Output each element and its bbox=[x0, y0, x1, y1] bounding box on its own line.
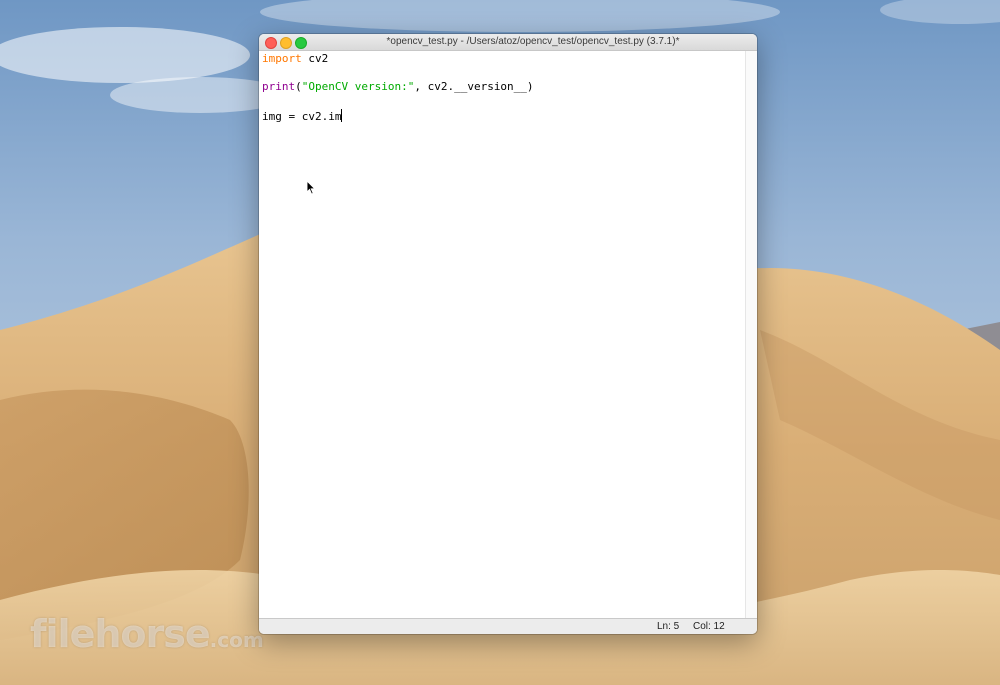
window-titlebar[interactable]: *opencv_test.py - /Users/atoz/opencv_tes… bbox=[259, 34, 757, 51]
code-line-3[interactable]: print("OpenCV version:", cv2.__version__… bbox=[262, 80, 534, 94]
arrow-pointer-icon bbox=[306, 179, 316, 200]
code-text: img = cv2.im bbox=[262, 110, 342, 123]
zoom-icon[interactable] bbox=[295, 37, 307, 49]
vertical-scrollbar[interactable] bbox=[745, 51, 757, 618]
window-title: *opencv_test.py - /Users/atoz/opencv_tes… bbox=[386, 36, 680, 47]
code-editor[interactable]: import cv2 print("OpenCV version:", cv2.… bbox=[259, 51, 745, 618]
code-text: ( bbox=[295, 80, 302, 93]
watermark-brand: filehorse bbox=[30, 612, 211, 656]
status-bar: Ln: 5 Col: 12 bbox=[259, 618, 757, 634]
minimize-icon[interactable] bbox=[280, 37, 292, 49]
line-number-status: Ln: 5 bbox=[657, 621, 680, 632]
builtin-token: print bbox=[262, 80, 296, 93]
code-line-1[interactable]: import cv2 bbox=[262, 52, 328, 66]
editor-window: *opencv_test.py - /Users/atoz/opencv_tes… bbox=[259, 34, 757, 634]
column-number-status: Col: 12 bbox=[693, 621, 725, 632]
text-caret bbox=[341, 109, 343, 122]
keyword-token: import bbox=[262, 52, 302, 65]
close-icon[interactable] bbox=[265, 37, 277, 49]
watermark-suffix: .com bbox=[209, 628, 264, 652]
code-line-5[interactable]: img = cv2.im bbox=[262, 109, 343, 123]
string-token: "OpenCV version:" bbox=[301, 80, 415, 93]
filehorse-watermark: filehorse.com bbox=[30, 612, 264, 656]
code-text: cv2 bbox=[301, 52, 329, 65]
code-text: , cv2.__version__) bbox=[414, 80, 534, 93]
